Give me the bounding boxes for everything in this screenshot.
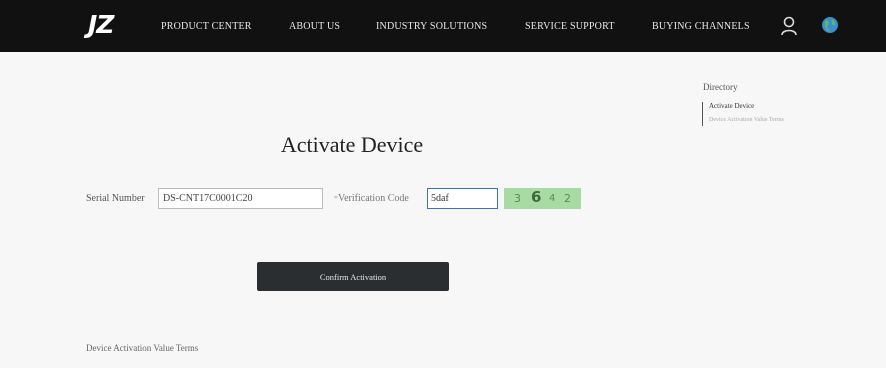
nav-service-support[interactable]: SERVICE SUPPORT xyxy=(525,21,615,32)
verification-code-label-text: Verification Code xyxy=(338,193,409,204)
top-navigation-bar: JZ PRODUCT CENTER ABOUT US INDUSTRY SOLU… xyxy=(0,0,886,52)
directory-item-activate-device[interactable]: Activate Device xyxy=(709,102,754,110)
captcha-char: 6 xyxy=(531,188,542,206)
verification-code-label: *Verification Code xyxy=(334,193,409,204)
captcha-char: 2 xyxy=(564,192,571,205)
confirm-activation-button[interactable]: Confirm Activation xyxy=(257,262,449,291)
captcha-image[interactable]: 3 6 4 2 xyxy=(504,188,581,209)
serial-number-label: Serial Number xyxy=(86,193,145,204)
captcha-char: 4 xyxy=(549,193,556,204)
globe-icon[interactable] xyxy=(821,16,839,34)
nav-about-us[interactable]: ABOUT US xyxy=(289,21,340,32)
brand-logo[interactable]: JZ xyxy=(88,10,114,39)
user-icon[interactable] xyxy=(780,16,798,36)
verification-code-input[interactable] xyxy=(427,188,498,209)
page-title: Activate Device xyxy=(280,132,424,157)
activation-terms-link[interactable]: Device Activation Value Terms xyxy=(86,343,198,353)
directory-title: Directory xyxy=(703,82,738,92)
captcha-char: 3 xyxy=(514,192,521,205)
serial-number-input[interactable] xyxy=(158,188,323,209)
directory-active-indicator xyxy=(702,102,703,126)
nav-product-center[interactable]: PRODUCT CENTER xyxy=(161,21,252,32)
nav-industry-solutions[interactable]: INDUSTRY SOLUTIONS xyxy=(376,21,487,32)
directory-item-activation-terms[interactable]: Device Activation Value Terms xyxy=(709,117,784,123)
nav-buying-channels[interactable]: BUYING CHANNELS xyxy=(652,21,750,32)
